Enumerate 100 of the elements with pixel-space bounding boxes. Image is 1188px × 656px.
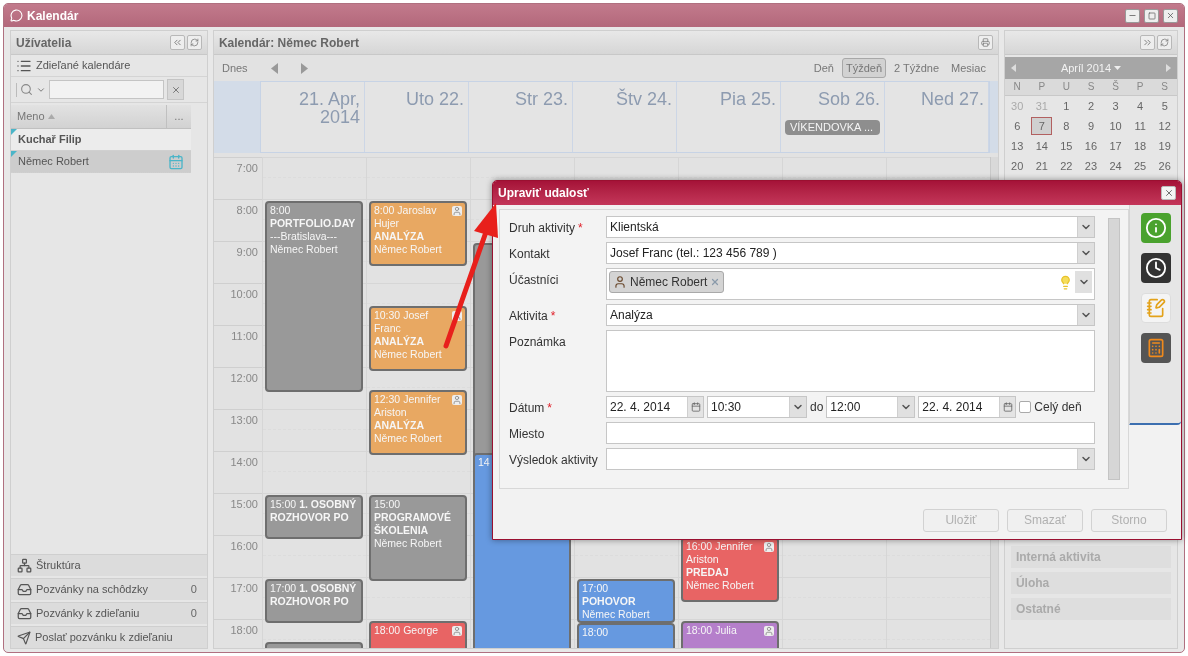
calendar-day[interactable]: 19 [1154,138,1176,154]
clock-tab[interactable] [1140,253,1171,283]
calendar-day[interactable]: 15 [1055,138,1077,154]
sidebar-link[interactable]: Štruktúra [11,554,207,576]
calendar-day[interactable]: 24 [1105,158,1127,174]
calendar-day[interactable]: 20 [1006,158,1028,174]
column-header[interactable]: Meno [11,105,167,128]
calculator-tab[interactable] [1140,333,1171,363]
calendar-day[interactable]: 2 [1080,98,1102,114]
event-text: POHOVOR [581,595,636,608]
calendar-day[interactable]: 7 [1031,117,1053,135]
collapse-button[interactable] [169,35,185,50]
minimize-button[interactable] [1125,8,1140,23]
refresh-button[interactable] [186,35,202,50]
close-button[interactable] [1163,8,1178,23]
view-tab[interactable]: Mesiac [947,58,990,78]
previous-icon[interactable] [270,62,278,74]
sidebar-link[interactable]: Pozvánky k zdieľaniu 0 [11,602,207,624]
calendar-day[interactable]: 23 [1080,158,1102,174]
event-card[interactable]: 18:00 [576,623,675,648]
input-field[interactable] [606,422,1095,444]
all-day-event[interactable]: VÍKENDOVKA ... [784,120,880,135]
shared-calendars-link[interactable]: Zdieľané kalendáre [36,57,131,74]
view-tab[interactable]: 2 Týždne [890,58,944,78]
event-card[interactable]: 15:00 PROGRAMOVÉ ŠKOLENIA Němec Robert [368,495,467,582]
view-tab[interactable]: Deň [809,58,838,78]
event-card[interactable]: 15:00 1. OSOBNÝ ROZHOVOR PO [264,495,363,540]
event-card[interactable]: 18:00 Julia [680,621,779,648]
calendar-day[interactable]: 26 [1154,158,1176,174]
next-icon[interactable] [300,62,308,74]
calendar-icon[interactable] [690,402,701,412]
checkbox[interactable] [1019,401,1032,413]
event-card[interactable]: 8:00 PORTFOLIO.DAY ---Bratislava--- Němec Robert [264,201,363,393]
time-field[interactable]: 10:30 [707,396,807,418]
dropdown-button[interactable] [897,397,915,417]
notes-tab[interactable] [1140,293,1171,323]
maximize-button[interactable] [1144,8,1159,23]
calendar-day[interactable]: 12 [1154,118,1176,134]
calendar-day[interactable]: 5 [1154,98,1176,114]
view-tab[interactable]: Týždeň [841,58,887,78]
calendar-day[interactable]: 6 [1006,118,1028,134]
refresh-button[interactable] [1157,35,1172,50]
date-field[interactable]: 22. 4. 2014 [918,396,1017,418]
dropdown-button[interactable] [1077,243,1094,263]
calendar-day[interactable]: 11 [1129,118,1151,134]
weekday-label: U [1061,80,1071,94]
time-field[interactable]: 12:00 [826,396,916,418]
scrollbar[interactable] [1108,218,1120,480]
calendar-day[interactable]: 13 [1006,138,1028,154]
calendar-day[interactable]: 4 [1129,98,1151,114]
expand-button[interactable] [1140,35,1155,50]
calendar-day[interactable]: 17 [1105,138,1127,154]
calendar-day[interactable]: 14 [1031,138,1053,154]
dropdown-button[interactable] [1077,217,1094,237]
participants-field[interactable]: Němec Robert [606,268,1095,300]
participant-chip[interactable]: Němec Robert [609,271,725,293]
weekday-label: N [1012,80,1022,94]
dialog-title: Upraviť udalosť [498,185,589,202]
time-label: 11:00 [231,329,258,344]
dropdown-button[interactable] [1077,449,1094,469]
dropdown-button[interactable] [789,397,806,417]
close-button[interactable] [1161,186,1176,200]
textarea-field[interactable] [606,330,1095,392]
calendar-icon[interactable] [1002,402,1013,412]
event-card[interactable]: 18:00 George [368,621,467,648]
calendar-day[interactable]: 9 [1080,118,1102,134]
info-tab[interactable] [1140,213,1171,243]
sidebar-link[interactable]: Poslať pozvánku k zdieľaniu [11,626,207,648]
select-field[interactable]: Analýza [606,304,1095,326]
calendar-day[interactable]: 18 [1129,138,1151,154]
user-row[interactable]: Němec Robert [11,151,191,173]
calendar-day[interactable]: 25 [1129,158,1151,174]
next-icon[interactable] [1166,64,1171,72]
calendar-day[interactable]: 22 [1055,158,1077,174]
event-card[interactable]: 17:00 1. OSOBNÝ ROZHOVOR PO [264,579,363,624]
column-menu[interactable]: ... [166,105,191,128]
select-field[interactable]: Josef Franc (tel.: 123 456 789 ) [606,242,1095,264]
print-button[interactable] [977,35,993,50]
calendar-day[interactable]: 3 [1105,98,1127,114]
today-button[interactable]: Dnes [221,59,248,77]
event-card[interactable]: 17:00 POHOVOR Němec Robert [576,579,675,624]
select-field[interactable]: Klientská [606,216,1095,238]
calendar-day[interactable]: 1 [1055,98,1077,114]
calendar-day[interactable]: 8 [1055,118,1077,134]
remove-icon[interactable] [710,277,721,287]
date-field[interactable]: 22. 4. 2014 [606,396,704,418]
dropdown-button[interactable] [1077,305,1094,325]
calendar-day[interactable]: 21 [1031,158,1053,174]
calendar-day[interactable]: 10 [1105,118,1127,134]
select-field[interactable] [606,448,1095,470]
event-card[interactable]: 16:00 Jennifer Ariston PREDAJ Němec Robert [680,537,779,603]
search-field[interactable] [49,80,164,99]
calendar-day[interactable]: 16 [1080,138,1102,154]
clear-button[interactable] [167,79,184,100]
sidebar-link[interactable]: Pozvánky na schôdzky 0 [11,578,207,600]
weekday-label: P [1037,80,1047,94]
notepad-icon [1145,298,1166,318]
user-row[interactable]: Kuchař Filip [11,129,191,151]
previous-icon[interactable] [1010,64,1016,72]
dropdown-button[interactable] [1075,271,1092,293]
